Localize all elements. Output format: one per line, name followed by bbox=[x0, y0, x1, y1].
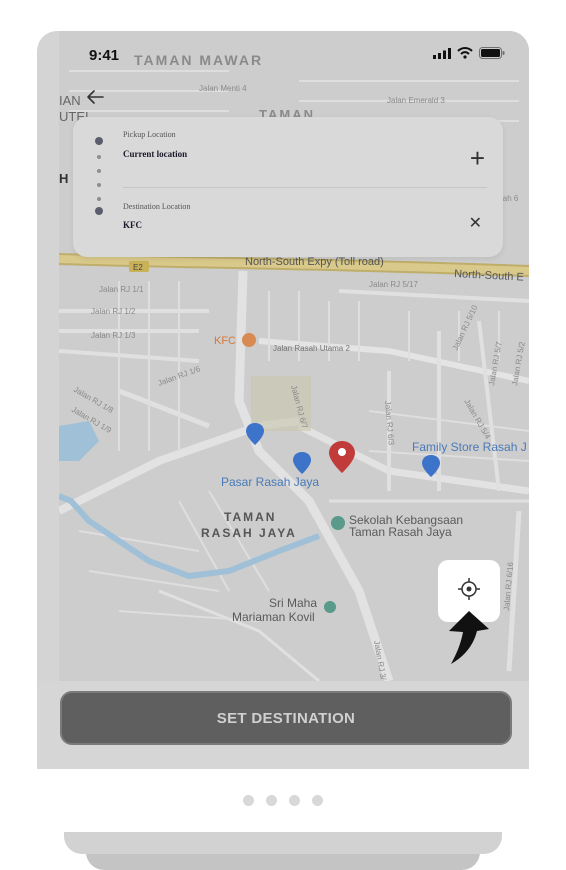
page-indicator bbox=[0, 795, 566, 806]
back-arrow-icon[interactable] bbox=[83, 85, 107, 109]
phone-screen: TAMAN MAWAR TAMAN Jalan Menti 4 Jalan Em… bbox=[37, 31, 529, 769]
card-stack-middle bbox=[64, 832, 502, 854]
svg-text:TAMAN: TAMAN bbox=[224, 510, 276, 524]
svg-text:Jalan Menti 4: Jalan Menti 4 bbox=[199, 84, 247, 93]
svg-text:IAN: IAN bbox=[59, 93, 81, 108]
svg-text:E2: E2 bbox=[133, 263, 143, 272]
battery-icon bbox=[479, 47, 505, 59]
pickup-label: Pickup Location bbox=[123, 130, 176, 139]
bottom-bar: SET DESTINATION bbox=[37, 681, 529, 769]
route-dot bbox=[97, 155, 101, 159]
pickup-dot-icon bbox=[95, 137, 103, 145]
svg-text:Jalan RJ 1/2: Jalan RJ 1/2 bbox=[91, 307, 136, 316]
pickup-value[interactable]: Current location bbox=[123, 149, 187, 159]
svg-text:TAMAN MAWAR: TAMAN MAWAR bbox=[134, 52, 263, 68]
route-dot bbox=[97, 183, 101, 187]
clear-destination-icon[interactable]: ✕ bbox=[469, 213, 482, 233]
page-dot[interactable] bbox=[266, 795, 277, 806]
status-time: 9:41 bbox=[89, 47, 120, 64]
divider bbox=[123, 187, 487, 188]
route-dot bbox=[97, 197, 101, 201]
svg-text:Family Store Rasah J: Family Store Rasah J bbox=[412, 440, 527, 454]
destination-label: Destination Location bbox=[123, 202, 191, 211]
add-stop-icon[interactable]: + bbox=[470, 145, 485, 171]
svg-text:Pasar Rasah Jaya: Pasar Rasah Jaya bbox=[221, 475, 319, 489]
svg-text:Mariaman Kovil: Mariaman Kovil bbox=[232, 610, 315, 624]
page-dot[interactable] bbox=[289, 795, 300, 806]
svg-text:H: H bbox=[59, 171, 68, 186]
svg-text:North-South Expy (Toll road): North-South Expy (Toll road) bbox=[245, 256, 384, 268]
svg-text:Jalan RJ 1/3: Jalan RJ 1/3 bbox=[91, 331, 136, 340]
svg-text:KFC: KFC bbox=[214, 335, 236, 347]
svg-text:Jalan RJ 5/17: Jalan RJ 5/17 bbox=[369, 280, 418, 289]
svg-text:Jalan RJ 1/1: Jalan RJ 1/1 bbox=[99, 285, 144, 294]
route-card: Pickup Location Current location + Desti… bbox=[73, 117, 503, 257]
page-dot[interactable] bbox=[312, 795, 323, 806]
svg-text:Jalan Rasah Utama 2: Jalan Rasah Utama 2 bbox=[273, 344, 350, 353]
destination-value[interactable]: KFC bbox=[123, 220, 142, 230]
pointer-arrow-icon bbox=[449, 611, 489, 664]
svg-text:lah 6: lah 6 bbox=[501, 194, 519, 203]
signal-icon bbox=[433, 47, 451, 59]
destination-dot-icon bbox=[95, 207, 103, 215]
svg-text:Taman Rasah Jaya: Taman Rasah Jaya bbox=[349, 525, 452, 539]
svg-text:Sri Maha: Sri Maha bbox=[269, 596, 317, 610]
wifi-icon bbox=[457, 47, 473, 59]
set-destination-button[interactable]: SET DESTINATION bbox=[60, 691, 512, 745]
svg-text:Jalan Emerald 3: Jalan Emerald 3 bbox=[387, 96, 445, 105]
route-dot bbox=[97, 169, 101, 173]
page-dot[interactable] bbox=[243, 795, 254, 806]
svg-text:RASAH JAYA: RASAH JAYA bbox=[201, 526, 297, 540]
status-icons bbox=[433, 47, 505, 59]
